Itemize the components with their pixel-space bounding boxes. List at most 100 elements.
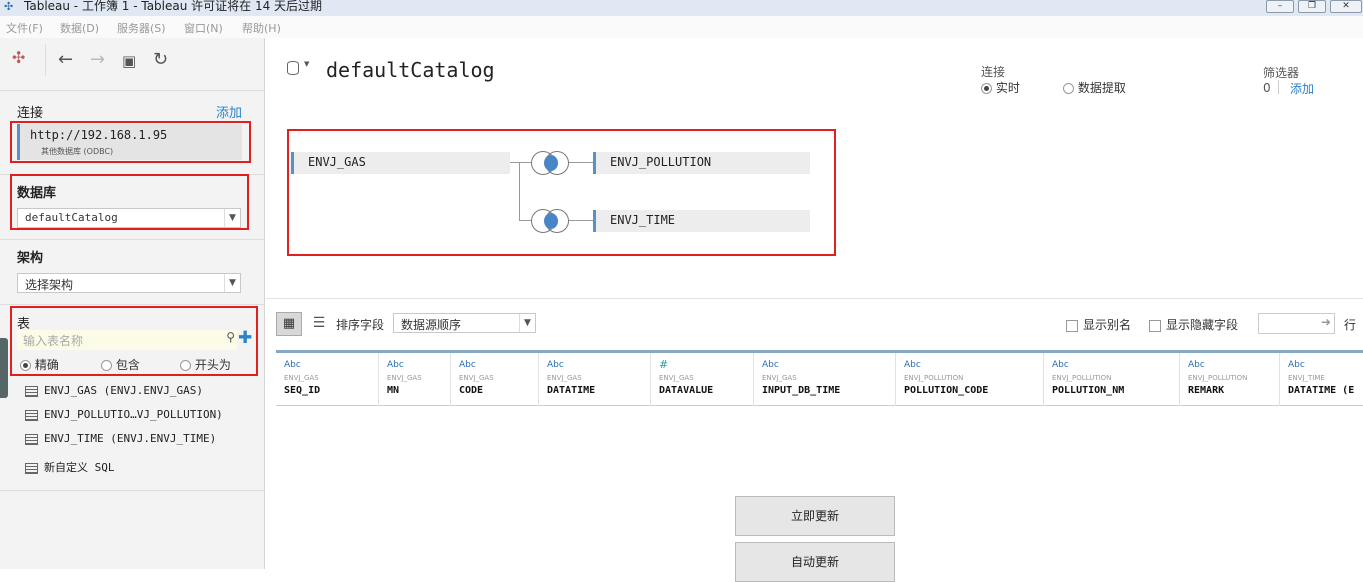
rows-input[interactable]: ➜ (1258, 313, 1335, 334)
data-source-sidebar: ✣ ← → ▣ ↻ 连接 添加 http://192.168.1.95 其他数据… (0, 38, 265, 569)
string-type-icon: Abc (459, 360, 476, 370)
filters-divider (1278, 80, 1279, 94)
column-name: DATAVALUE (659, 385, 714, 396)
save-icon[interactable]: ▣ (122, 51, 136, 71)
forward-icon[interactable]: → (90, 50, 105, 70)
sort-label: 排序字段 (336, 318, 385, 332)
arrow-right-icon[interactable]: ➜ (1321, 315, 1331, 329)
column-header[interactable]: Abc ENVJ_GAS MN (379, 353, 451, 406)
table-grid-icon (25, 409, 38, 421)
side-panel-grip[interactable] (0, 338, 8, 398)
column-name: MN (387, 385, 400, 396)
column-header[interactable]: Abc ENVJ_GAS DATATIME (539, 353, 651, 406)
connection-mode-live-label: 实时 (995, 81, 1020, 95)
connection-mode-extract[interactable]: 数据提取 (1063, 79, 1126, 96)
string-type-icon: Abc (762, 360, 779, 370)
refresh-icon[interactable]: ↻ (153, 50, 168, 70)
column-name: REMARK (1188, 385, 1225, 396)
table-item[interactable]: ENVJ_POLLUTIO…VJ_POLLUTION) (25, 408, 223, 421)
divider (0, 304, 265, 305)
sort-select[interactable]: 数据源顺序 ▼ (393, 313, 536, 333)
column-source-table: ENVJ_GAS (284, 374, 319, 382)
column-header[interactable]: Abc ENVJ_GAS SEQ_ID (276, 353, 379, 406)
string-type-icon: Abc (547, 360, 564, 370)
datasource-title[interactable]: defaultCatalog (326, 58, 495, 82)
table-item-label: ENVJ_TIME (ENVJ.ENVJ_TIME) (44, 432, 217, 445)
show-alias-checkbox[interactable]: 显示别名 (1066, 316, 1131, 333)
menu-bar: 文件(F) 数据(D) 服务器(S) 窗口(N) 帮助(H) (0, 16, 1363, 38)
grid-view-icon[interactable]: ▦ (276, 312, 302, 336)
close-button[interactable]: ✕ (1330, 0, 1362, 13)
column-source-table: ENVJ_GAS (387, 374, 422, 382)
highlight-tables (10, 306, 258, 376)
column-name: DATATIME (547, 385, 596, 396)
maximize-button[interactable]: ❐ (1298, 0, 1326, 13)
table-item[interactable]: ENVJ_GAS (ENVJ.ENVJ_GAS) (25, 384, 203, 397)
column-header[interactable]: Abc ENVJ_POLLUTION POLLUTION_CODE (896, 353, 1044, 406)
schema-title: 架构 (17, 251, 44, 266)
schema-selected: 选择架构 (25, 278, 74, 292)
column-name: DATATIME (E (1288, 385, 1355, 396)
connection-mode-live[interactable]: 实时 (981, 79, 1020, 96)
tableau-home-icon[interactable]: ✣ (12, 48, 25, 68)
highlight-database (10, 174, 249, 230)
column-name: INPUT_DB_TIME (762, 385, 841, 396)
menu-file[interactable]: 文件(F) (6, 20, 43, 36)
column-name: CODE (459, 385, 484, 396)
window-title: Tableau - 工作簿 1 - Tableau 许可证将在 14 天后过期 (24, 0, 323, 13)
menu-server[interactable]: 服务器(S) (117, 20, 166, 36)
column-name: POLLUTION_CODE (904, 385, 989, 396)
divider (0, 239, 265, 240)
column-header[interactable]: Abc ENVJ_GAS CODE (451, 353, 539, 406)
string-type-icon: Abc (904, 360, 921, 370)
filters-count: 0 (1263, 81, 1271, 95)
schema-select[interactable]: 选择架构 ▼ (17, 273, 241, 293)
column-source-table: ENVJ_TIME (1288, 374, 1325, 382)
chevron-down-icon: ▼ (519, 314, 535, 332)
column-source-table: ENVJ_GAS (762, 374, 797, 382)
add-filter-link[interactable]: 添加 (1290, 80, 1314, 97)
add-connection-link[interactable]: 添加 (216, 102, 242, 121)
table-item-label: ENVJ_POLLUTIO…VJ_POLLUTION) (44, 408, 223, 421)
column-name: POLLUTION_NM (1052, 385, 1125, 396)
column-header[interactable]: Abc ENVJ_POLLUTION POLLUTION_NM (1044, 353, 1180, 406)
rows-label: 行 (1344, 318, 1357, 332)
divider (0, 490, 265, 491)
data-source-main: ▼ defaultCatalog 连接 实时 数据提取 筛选器 0 添加 ENV… (266, 38, 1363, 582)
string-type-icon: Abc (387, 360, 404, 370)
menu-window[interactable]: 窗口(N) (184, 20, 223, 36)
menu-help[interactable]: 帮助(H) (242, 20, 281, 36)
column-header[interactable]: Abc ENVJ_GAS INPUT_DB_TIME (754, 353, 896, 406)
chevron-down-icon[interactable]: ▼ (304, 60, 309, 68)
column-header[interactable]: Abc ENVJ_POLLUTION REMARK (1180, 353, 1280, 406)
table-item[interactable]: ENVJ_TIME (ENVJ.ENVJ_TIME) (25, 432, 216, 445)
column-header[interactable]: Abc ENVJ_TIME DATATIME (E (1280, 353, 1363, 406)
table-grid-icon (25, 385, 38, 397)
sort-selected: 数据源顺序 (401, 318, 462, 332)
column-source-table: ENVJ_POLLUTION (1188, 374, 1248, 382)
column-name: SEQ_ID (284, 385, 321, 396)
update-now-button[interactable]: 立即更新 (735, 496, 895, 536)
chevron-down-icon: ▼ (224, 274, 240, 292)
tableau-logo-icon: ✣ (4, 0, 14, 13)
connection-mode-extract-label: 数据提取 (1077, 81, 1126, 95)
back-icon[interactable]: ← (58, 50, 73, 70)
minimize-button[interactable]: – (1266, 0, 1294, 13)
custom-sql-item[interactable]: 新自定义 SQL (25, 459, 115, 475)
checkbox (1149, 319, 1161, 332)
column-header[interactable]: # ENVJ_GAS DATAVALUE (651, 353, 754, 406)
string-type-icon: Abc (1188, 360, 1205, 370)
checkbox (1066, 319, 1078, 332)
column-header-row: Abc ENVJ_GAS SEQ_ID Abc ENVJ_GAS MN Abc … (276, 350, 1363, 406)
custom-sql-label: 新自定义 SQL (44, 461, 115, 474)
table-grid-icon (25, 433, 38, 445)
column-source-table: ENVJ_POLLUTION (1052, 374, 1112, 382)
menu-data[interactable]: 数据(D) (60, 20, 99, 36)
show-hidden-checkbox[interactable]: 显示隐藏字段 (1149, 316, 1238, 333)
show-hidden-label: 显示隐藏字段 (1166, 318, 1239, 332)
column-source-table: ENVJ_GAS (659, 374, 694, 382)
auto-update-button[interactable]: 自动更新 (735, 542, 895, 582)
list-view-icon[interactable]: ☰ (308, 312, 330, 336)
string-type-icon: Abc (284, 360, 301, 370)
database-icon (287, 61, 299, 75)
